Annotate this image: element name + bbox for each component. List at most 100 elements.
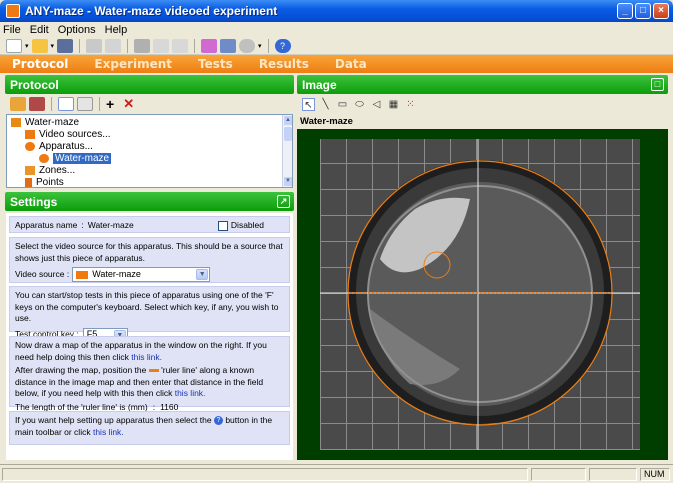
edit-icon[interactable] bbox=[58, 97, 74, 111]
settings-header: Settings ↗ bbox=[5, 192, 294, 211]
help-icon: ? bbox=[213, 416, 223, 426]
scroll-down-icon[interactable]: ▼ bbox=[284, 177, 292, 186]
settings-panel: Apparatus name : Water-maze Disabled Sel… bbox=[6, 213, 293, 460]
video-source-box: Select the video source for this apparat… bbox=[9, 237, 290, 283]
save-icon[interactable] bbox=[57, 38, 74, 53]
protocol-save-icon[interactable] bbox=[29, 97, 45, 111]
map-help-link[interactable]: this link. bbox=[131, 352, 162, 362]
test-control-help: You can start/stop tests in this piece o… bbox=[15, 290, 279, 323]
open-dropdown-icon[interactable]: ▾ bbox=[51, 42, 55, 50]
status-cell bbox=[531, 468, 586, 481]
close-button[interactable]: × bbox=[653, 3, 669, 19]
protocol-toolbar: + ✕ bbox=[6, 95, 292, 113]
image-header: Image □ bbox=[297, 75, 668, 94]
status-message bbox=[2, 468, 528, 481]
protocol-header: Protocol bbox=[5, 75, 294, 94]
status-bar: NUM bbox=[0, 464, 673, 483]
options-dropdown-icon[interactable]: ▾ bbox=[258, 42, 262, 50]
grid-tool-icon[interactable]: ▦ bbox=[387, 98, 400, 111]
menu-file[interactable]: File bbox=[3, 24, 21, 36]
pointer-tool-icon[interactable]: ↖ bbox=[302, 97, 315, 111]
minimize-button[interactable]: _ bbox=[617, 3, 633, 19]
ellipse-tool-icon[interactable]: ⬭ bbox=[353, 98, 366, 111]
maximize-button[interactable]: □ bbox=[635, 3, 651, 19]
window-title: ANY-maze - Water-maze videoed experiment bbox=[25, 4, 278, 18]
target-icon bbox=[25, 141, 35, 151]
app-icon bbox=[6, 4, 20, 18]
print-icon[interactable] bbox=[86, 38, 103, 53]
image-canvas[interactable] bbox=[297, 129, 668, 460]
apparatus-icon bbox=[11, 117, 21, 127]
report-icon[interactable] bbox=[201, 38, 218, 53]
camera-icon bbox=[25, 129, 35, 139]
ruler-help-link[interactable]: this link. bbox=[175, 388, 206, 398]
delete-icon[interactable]: ✕ bbox=[123, 96, 134, 112]
delete-shape-icon[interactable]: ⁙ bbox=[404, 98, 417, 111]
zone-icon bbox=[25, 165, 35, 175]
video-frame bbox=[320, 139, 640, 450]
video-source-select[interactable]: Water-maze ▼ bbox=[72, 267, 211, 282]
tree-item[interactable]: Apparatus... bbox=[25, 140, 93, 152]
tree-item[interactable]: Water-maze bbox=[39, 152, 112, 164]
cut-icon[interactable] bbox=[134, 38, 151, 53]
title-bar: ANY-maze - Water-maze videoed experiment… bbox=[0, 0, 673, 22]
scroll-thumb[interactable] bbox=[284, 127, 292, 141]
protocol-title: Protocol bbox=[10, 77, 59, 92]
menu-options[interactable]: Options bbox=[58, 24, 96, 36]
main-toolbar: ▾ ▾ ▾ ? bbox=[0, 37, 673, 55]
nav-data[interactable]: Data bbox=[335, 57, 367, 71]
new-dropdown-icon[interactable]: ▾ bbox=[25, 42, 29, 50]
settings-title: Settings bbox=[10, 194, 58, 209]
menu-bar: File Edit Options Help bbox=[0, 22, 673, 37]
add-folder-icon[interactable] bbox=[10, 97, 26, 111]
ruler-line-icon bbox=[148, 369, 159, 373]
tree-item[interactable]: Water-maze bbox=[11, 116, 79, 128]
tree-item[interactable]: Points bbox=[25, 176, 64, 187]
tools-icon[interactable] bbox=[220, 38, 237, 53]
help-link[interactable]: this link. bbox=[93, 427, 124, 437]
drawing-toolbar: ↖ ╲ ▭ ⬭ ◁ ▦ ⁙ bbox=[297, 95, 668, 113]
apparatus-name-label: Apparatus name bbox=[15, 220, 78, 230]
nav-results[interactable]: Results bbox=[259, 57, 309, 71]
tree-item[interactable]: Zones... bbox=[25, 164, 75, 176]
help-box: If you want help setting up apparatus th… bbox=[9, 411, 290, 445]
rectangle-tool-icon[interactable]: ▭ bbox=[336, 98, 349, 111]
chevron-down-icon[interactable]: ▼ bbox=[196, 269, 209, 280]
nav-bar: Protocol Experiment Tests Results Data bbox=[0, 55, 673, 73]
apparatus-name-box: Apparatus name : Water-maze Disabled bbox=[9, 216, 290, 233]
ruler-help-1: After drawing the map, position the bbox=[15, 365, 147, 375]
num-lock-indicator: NUM bbox=[640, 468, 670, 481]
help-text-1: If you want help setting up apparatus th… bbox=[15, 415, 212, 425]
test-control-box: You can start/stop tests in this piece o… bbox=[9, 286, 290, 343]
menu-edit[interactable]: Edit bbox=[30, 24, 49, 36]
open-icon[interactable] bbox=[31, 38, 48, 53]
tree-item[interactable]: Video sources... bbox=[25, 128, 111, 140]
camera-icon bbox=[76, 270, 89, 279]
disabled-label: Disabled bbox=[230, 220, 264, 230]
nav-protocol[interactable]: Protocol bbox=[12, 57, 68, 71]
polygon-tool-icon[interactable]: ◁ bbox=[370, 98, 383, 111]
tree-scrollbar[interactable]: ▲ ▼ bbox=[282, 115, 292, 187]
copy-icon[interactable] bbox=[153, 38, 170, 53]
disabled-checkbox[interactable] bbox=[217, 220, 228, 231]
image-maximize-icon[interactable]: □ bbox=[651, 78, 664, 91]
protocol-tree: Water-maze Video sources... Apparatus...… bbox=[6, 114, 293, 188]
scroll-up-icon[interactable]: ▲ bbox=[284, 116, 292, 125]
nav-tests[interactable]: Tests bbox=[198, 57, 233, 71]
help-icon[interactable]: ? bbox=[274, 38, 291, 53]
print-preview-icon[interactable] bbox=[105, 38, 122, 53]
map-box: Now draw a map of the apparatus in the w… bbox=[9, 336, 290, 412]
maze-overlay bbox=[320, 139, 640, 450]
options-icon[interactable] bbox=[239, 38, 256, 53]
settings-pin-icon[interactable]: ↗ bbox=[277, 195, 290, 208]
menu-help[interactable]: Help bbox=[105, 24, 128, 36]
add-icon[interactable]: + bbox=[106, 96, 114, 112]
paste-icon[interactable] bbox=[172, 38, 189, 53]
flag-icon bbox=[25, 177, 32, 187]
image-title: Image bbox=[302, 77, 337, 92]
line-tool-icon[interactable]: ╲ bbox=[319, 98, 332, 111]
video-source-help: Select the video source for this apparat… bbox=[15, 241, 283, 263]
document-icon[interactable] bbox=[77, 97, 93, 111]
new-icon[interactable] bbox=[6, 38, 22, 53]
nav-experiment[interactable]: Experiment bbox=[94, 57, 172, 71]
